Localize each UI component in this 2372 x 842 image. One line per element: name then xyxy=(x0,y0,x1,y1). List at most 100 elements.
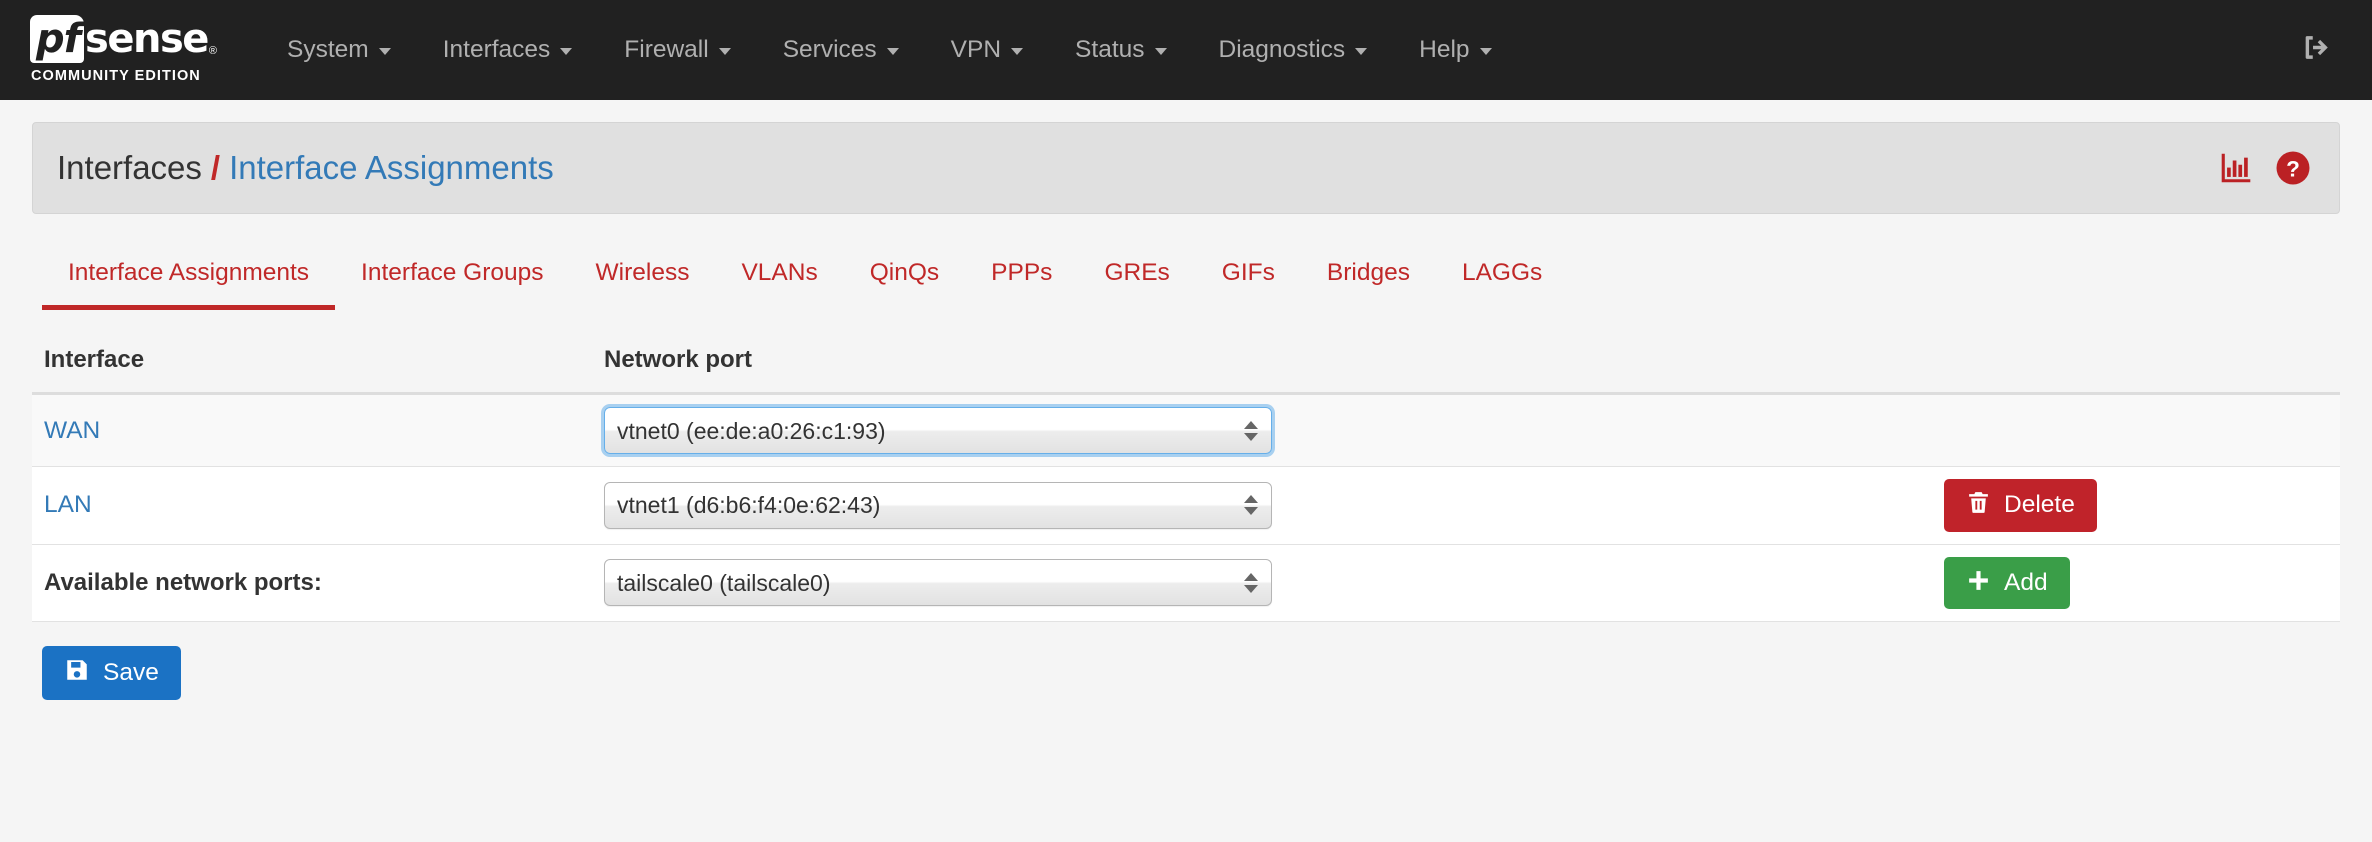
nav-item-status[interactable]: Status xyxy=(1049,0,1192,100)
table-row: WAN vtnet0 (ee:de:a0:26:c1:93) xyxy=(32,393,2340,467)
tab-wireless[interactable]: Wireless xyxy=(570,259,716,310)
brand-pf-text: pf xyxy=(30,14,85,63)
nav-item-label: VPN xyxy=(950,36,1002,63)
nav-item-label: Services xyxy=(782,36,877,63)
nav-item-vpn[interactable]: VPN xyxy=(925,0,1049,100)
table-body: WAN vtnet0 (ee:de:a0:26:c1:93) LAN vtnet… xyxy=(32,393,2340,622)
interface-link-wan[interactable]: WAN xyxy=(44,417,100,444)
interface-link-lan[interactable]: LAN xyxy=(44,491,92,518)
table-head: Interface Network port xyxy=(32,332,2340,395)
navbar-menu: System Interfaces Firewall Services VPN … xyxy=(261,0,1518,100)
sign-out-icon xyxy=(2300,31,2334,70)
tab-label: Interface Assignments xyxy=(68,259,310,286)
available-network-ports-label: Available network ports: xyxy=(44,568,322,596)
nav-item-label: Diagnostics xyxy=(1218,36,1346,63)
tab-label: Interface Groups xyxy=(361,259,544,286)
brand-logo-row: pf sense ® xyxy=(30,14,218,63)
table-row: LAN vtnet1 (d6:b6:f4:0e:62:43) Delete xyxy=(32,466,2340,545)
logout-button[interactable] xyxy=(2300,31,2334,70)
interface-assignments-table: Interface Network port WAN vtnet0 (ee:de… xyxy=(32,332,2340,622)
chevron-down-icon xyxy=(1154,48,1167,55)
delete-button[interactable]: Delete xyxy=(1944,479,2097,532)
nav-item-services[interactable]: Services xyxy=(757,0,925,100)
available-port-select[interactable]: tailscale0 (tailscale0) xyxy=(604,559,1272,607)
page-header-actions: ? xyxy=(2219,150,2311,186)
trash-icon xyxy=(1966,490,1991,521)
column-header-interface: Interface xyxy=(32,332,592,395)
tab-label: Bridges xyxy=(1326,259,1410,286)
chevron-down-icon xyxy=(1355,48,1368,55)
save-icon xyxy=(64,657,90,689)
tab-gifs[interactable]: GIFs xyxy=(1196,259,1301,310)
page-container: Interfaces / Interface Assignments ? Int… xyxy=(0,122,2372,700)
tab-bar: Interface Assignments Interface Groups W… xyxy=(32,244,2340,310)
tab-label: PPPs xyxy=(991,259,1053,286)
available-ports-row: Available network ports: tailscale0 (tai… xyxy=(32,544,2340,622)
chevron-down-icon xyxy=(886,48,899,55)
nav-item-label: Firewall xyxy=(624,36,709,63)
question-circle-icon[interactable]: ? xyxy=(2275,150,2311,186)
network-port-select-lan[interactable]: vtnet1 (d6:b6:f4:0e:62:43) xyxy=(604,481,1272,529)
available-ports-action-cell: Add xyxy=(1932,544,2340,622)
save-button[interactable]: Save xyxy=(42,646,181,700)
interface-name-cell: LAN xyxy=(32,466,592,545)
tab-gres[interactable]: GREs xyxy=(1078,259,1195,310)
interface-name-cell: WAN xyxy=(32,393,592,467)
tab-label: Wireless xyxy=(595,259,690,286)
network-port-select-wrapper-lan: vtnet1 (d6:b6:f4:0e:62:43) xyxy=(604,481,1272,529)
plus-icon xyxy=(1966,568,1991,599)
tab-interface-groups[interactable]: Interface Groups xyxy=(335,259,569,310)
nav-item-firewall[interactable]: Firewall xyxy=(598,0,756,100)
pfsense-logo[interactable]: pf sense ® COMMUNITY EDITION xyxy=(30,14,218,86)
add-button[interactable]: Add xyxy=(1944,556,2070,609)
network-port-select-wrapper-wan: vtnet0 (ee:de:a0:26:c1:93) xyxy=(604,407,1272,454)
nav-item-label: Status xyxy=(1075,36,1145,63)
available-ports-select-cell: tailscale0 (tailscale0) xyxy=(592,544,1932,622)
network-port-cell: vtnet1 (d6:b6:f4:0e:62:43) xyxy=(592,466,1932,545)
tab-laggs[interactable]: LAGGs xyxy=(1436,259,1568,310)
available-port-select-wrapper: tailscale0 (tailscale0) xyxy=(604,559,1272,607)
breadcrumb-root: Interfaces xyxy=(57,149,202,186)
top-navbar: pf sense ® COMMUNITY EDITION System Inte… xyxy=(0,0,2372,100)
save-button-label: Save xyxy=(103,658,159,686)
column-header-network-port: Network port xyxy=(592,332,1932,395)
brand-subtitle: COMMUNITY EDITION xyxy=(31,67,201,84)
chevron-down-icon xyxy=(1011,48,1024,55)
chevron-down-icon xyxy=(378,48,391,55)
nav-item-label: Interfaces xyxy=(442,36,551,63)
nav-item-label: Help xyxy=(1419,36,1470,63)
chevron-down-icon xyxy=(718,48,731,55)
table-header-row: Interface Network port xyxy=(32,332,2340,395)
tab-label: GREs xyxy=(1104,259,1170,286)
brand-sense-text: sense xyxy=(85,15,209,62)
chevron-down-icon xyxy=(1479,48,1492,55)
nav-item-system[interactable]: System xyxy=(261,0,417,100)
nav-item-diagnostics[interactable]: Diagnostics xyxy=(1193,0,1394,100)
tab-label: QinQs xyxy=(869,259,940,286)
row-action-cell xyxy=(1932,393,2340,467)
brand-registered-mark: ® xyxy=(208,44,218,57)
tab-label: LAGGs xyxy=(1461,259,1543,286)
nav-item-label: System xyxy=(287,36,369,63)
svg-text:?: ? xyxy=(2286,156,2300,181)
breadcrumb: Interfaces / Interface Assignments xyxy=(57,149,554,187)
breadcrumb-current[interactable]: Interface Assignments xyxy=(229,149,554,187)
bar-chart-icon[interactable] xyxy=(2219,151,2253,185)
network-port-cell: vtnet0 (ee:de:a0:26:c1:93) xyxy=(592,393,1932,467)
row-action-cell: Delete xyxy=(1932,466,2340,545)
chevron-down-icon xyxy=(560,48,573,55)
tab-ppps[interactable]: PPPs xyxy=(965,259,1078,310)
nav-item-interfaces[interactable]: Interfaces xyxy=(417,0,599,100)
column-header-actions xyxy=(1932,332,2340,395)
tab-vlans[interactable]: VLANs xyxy=(715,259,843,310)
available-ports-label-cell: Available network ports: xyxy=(32,544,592,622)
tab-label: GIFs xyxy=(1221,259,1275,286)
tab-bridges[interactable]: Bridges xyxy=(1301,259,1436,310)
network-port-select-wan[interactable]: vtnet0 (ee:de:a0:26:c1:93) xyxy=(604,407,1272,454)
form-actions: Save xyxy=(32,646,2340,700)
tab-interface-assignments[interactable]: Interface Assignments xyxy=(42,259,336,310)
tab-label: VLANs xyxy=(741,259,818,286)
nav-item-help[interactable]: Help xyxy=(1393,0,1517,100)
tab-qinqs[interactable]: QinQs xyxy=(844,259,965,310)
breadcrumb-separator: / xyxy=(210,149,221,186)
